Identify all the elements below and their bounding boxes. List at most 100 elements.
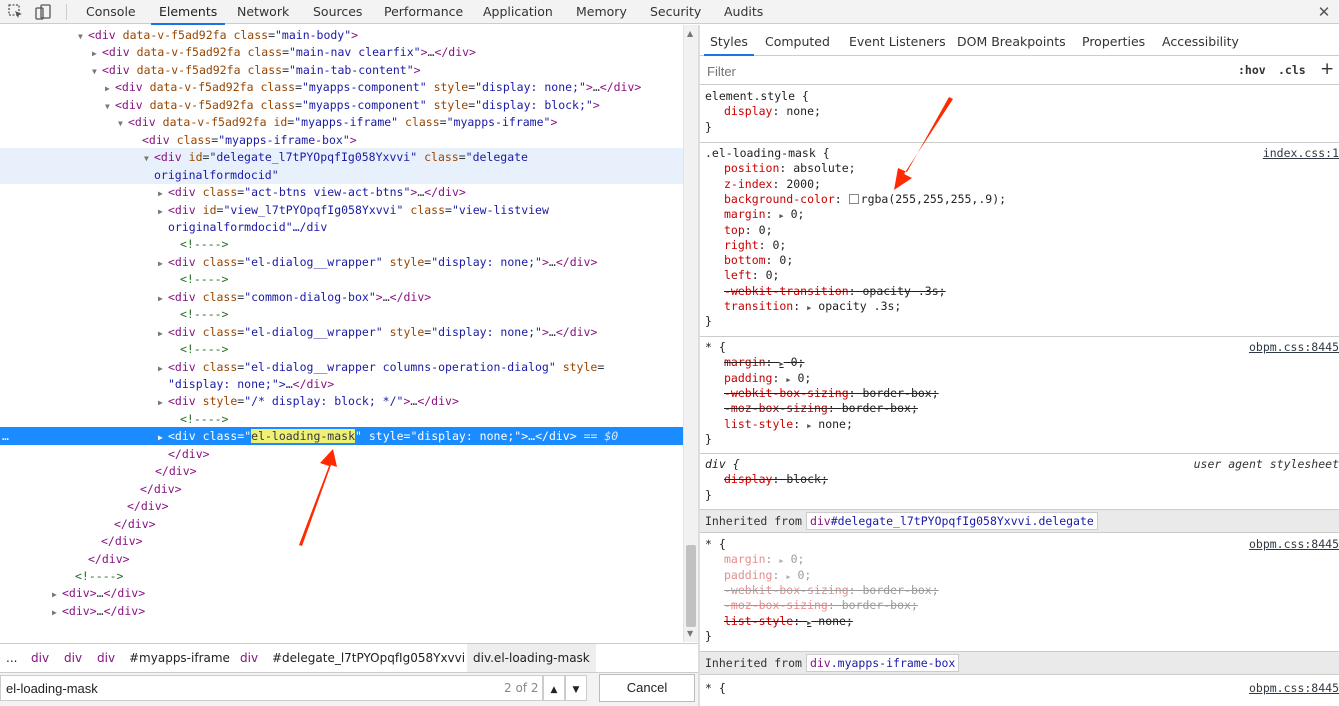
collapsed-triangle-icon[interactable]: ▶ bbox=[52, 604, 62, 622]
css-value[interactable]: border-box; bbox=[842, 401, 918, 415]
css-declaration[interactable]: bottom: 0; bbox=[724, 253, 793, 268]
expand-shorthand-icon[interactable]: ▶ bbox=[786, 376, 790, 384]
scroll-up-icon[interactable]: ▲ bbox=[687, 29, 693, 38]
subtab-computed[interactable]: Computed bbox=[765, 29, 830, 55]
css-property[interactable]: margin bbox=[724, 207, 766, 221]
css-property[interactable]: -moz-box-sizing bbox=[724, 598, 828, 612]
dom-node[interactable]: </div> bbox=[0, 445, 683, 463]
css-value[interactable]: none; bbox=[818, 614, 853, 628]
breadcrumb-item[interactable]: #myapps-iframe bbox=[129, 644, 230, 672]
dom-comment-node[interactable]: <!----> bbox=[0, 410, 683, 428]
dom-node[interactable]: ▶ <div class="act-btns view-act-btns">…</… bbox=[0, 183, 683, 201]
css-value[interactable]: 0; bbox=[766, 268, 780, 282]
css-value[interactable]: 0; bbox=[791, 355, 805, 369]
css-declaration[interactable]: margin: ▶ 0; bbox=[724, 552, 804, 567]
css-value[interactable]: 0; bbox=[797, 371, 811, 385]
rule-selector[interactable]: * { bbox=[705, 537, 726, 552]
css-property[interactable]: bottom bbox=[724, 253, 766, 267]
dom-node[interactable]: ▶ <div data-v-f5ad92fa class="main-nav cl… bbox=[0, 43, 683, 61]
css-property[interactable]: margin bbox=[724, 355, 766, 369]
dom-node[interactable]: ▶ <div data-v-f5ad92fa class="myapps-comp… bbox=[0, 78, 683, 96]
css-declaration[interactable]: -webkit-box-sizing: border-box; bbox=[724, 583, 939, 598]
color-swatch-icon[interactable] bbox=[848, 193, 859, 204]
inspect-element-icon[interactable] bbox=[8, 4, 24, 20]
subtab-dom-breakpoints[interactable]: DOM Breakpoints bbox=[957, 29, 1066, 55]
css-property[interactable]: list-style bbox=[724, 614, 793, 628]
css-value[interactable]: block; bbox=[786, 472, 828, 486]
expand-shorthand-icon[interactable]: ▶ bbox=[779, 212, 783, 220]
breadcrumb-item[interactable]: #delegate_l7tPYOpqfIg058Yxvvi bbox=[272, 644, 465, 672]
dom-node[interactable]: </div> bbox=[0, 532, 683, 550]
css-property[interactable]: -webkit-box-sizing bbox=[724, 583, 849, 597]
dom-comment-node[interactable]: <!----> bbox=[0, 270, 683, 288]
css-declaration[interactable]: display: block; bbox=[724, 472, 828, 487]
expand-shorthand-icon[interactable]: ▶ bbox=[807, 422, 811, 430]
css-property[interactable]: left bbox=[724, 268, 752, 282]
css-declaration[interactable]: padding: ▶ 0; bbox=[724, 568, 811, 583]
new-rule-icon[interactable]: + bbox=[1320, 59, 1334, 79]
css-property[interactable]: display bbox=[724, 472, 772, 486]
hover-state-button[interactable]: :hov bbox=[1238, 63, 1266, 77]
css-value[interactable]: border-box; bbox=[842, 598, 918, 612]
css-declaration[interactable]: list-style: ▶ none; bbox=[724, 417, 853, 432]
dom-tree-scrollbar[interactable]: ▲ ▼ bbox=[683, 25, 698, 642]
dom-node[interactable]: originalformdocid"…/div bbox=[0, 218, 683, 236]
subtab-event-listeners[interactable]: Event Listeners bbox=[849, 29, 946, 55]
tab-application[interactable]: Application bbox=[481, 0, 555, 24]
dom-node[interactable]: ▶ <div class="common-dialog-box">…</div> bbox=[0, 288, 683, 306]
css-property[interactable]: -webkit-transition bbox=[724, 284, 849, 298]
breadcrumb-item[interactable]: div bbox=[64, 644, 82, 672]
inherited-element-link[interactable]: div#delegate_l7tPYOpqfIg058Yxvvi.delegat… bbox=[805, 512, 1098, 530]
dom-node[interactable]: <div class="myapps-iframe-box"> bbox=[0, 131, 683, 149]
scrollbar-thumb[interactable] bbox=[686, 545, 696, 627]
subtab-properties[interactable]: Properties bbox=[1082, 29, 1145, 55]
tab-security[interactable]: Security bbox=[648, 0, 703, 24]
dom-node[interactable]: </div> bbox=[0, 515, 683, 533]
css-property[interactable]: -moz-box-sizing bbox=[724, 401, 828, 415]
dom-node[interactable]: ▶ <div>…</div> bbox=[0, 584, 683, 602]
dom-node[interactable]: </div> bbox=[0, 497, 683, 515]
tab-performance[interactable]: Performance bbox=[382, 0, 465, 24]
stylesheet-source-link[interactable]: obpm.css:8445 bbox=[1249, 681, 1339, 696]
search-input[interactable] bbox=[0, 675, 543, 701]
device-toolbar-icon[interactable] bbox=[35, 4, 51, 20]
css-value[interactable]: 0; bbox=[791, 552, 805, 566]
css-declaration[interactable]: top: 0; bbox=[724, 223, 773, 238]
css-declaration[interactable]: -webkit-transition: opacity .3s; bbox=[724, 284, 946, 299]
dom-node[interactable]: ▼ <div data-v-f5ad92fa class="main-tab-co… bbox=[0, 61, 683, 79]
css-declaration[interactable]: margin: ▶ 0; bbox=[724, 207, 804, 222]
dom-node[interactable]: ▼ <div data-v-f5ad92fa class="myapps-comp… bbox=[0, 96, 683, 114]
css-property[interactable]: background-color bbox=[724, 192, 835, 206]
css-value[interactable]: opacity .3s; bbox=[818, 299, 901, 313]
css-declaration[interactable]: padding: ▶ 0; bbox=[724, 371, 811, 386]
breadcrumb-current[interactable]: div.el-loading-mask bbox=[467, 644, 596, 672]
dom-comment-node[interactable]: <!----> bbox=[0, 235, 683, 253]
css-value[interactable]: 0; bbox=[759, 223, 773, 237]
tab-audits[interactable]: Audits bbox=[722, 0, 765, 24]
tab-console[interactable]: Console bbox=[84, 0, 138, 24]
css-value[interactable]: none; bbox=[818, 417, 853, 431]
css-declaration[interactable]: list-style: ▶ none; bbox=[724, 614, 853, 629]
css-property[interactable]: list-style bbox=[724, 417, 793, 431]
dom-node[interactable]: originalformdocid" bbox=[0, 165, 683, 184]
subtab-styles[interactable]: Styles bbox=[704, 29, 754, 56]
stylesheet-source-link[interactable]: obpm.css:8445 bbox=[1249, 340, 1339, 355]
dom-comment-node[interactable]: <!----> bbox=[0, 567, 683, 585]
node-menu-ellipsis[interactable]: … bbox=[2, 427, 9, 445]
dom-node[interactable]: ▶ <div style="/* display: block; */">…</d… bbox=[0, 392, 683, 410]
css-declaration[interactable]: right: 0; bbox=[724, 238, 786, 253]
dom-node[interactable]: "display: none;">…</div> bbox=[0, 375, 683, 393]
breadcrumb-item[interactable]: div bbox=[240, 644, 258, 672]
css-value[interactable]: rgba(255,255,255,.9); bbox=[861, 192, 1006, 206]
css-value[interactable]: 0; bbox=[797, 568, 811, 582]
dom-node[interactable]: ▼ <div data-v-f5ad92fa class="main-body"> bbox=[0, 26, 683, 44]
css-property[interactable]: padding bbox=[724, 371, 772, 385]
css-declaration[interactable]: -moz-box-sizing: border-box; bbox=[724, 401, 918, 416]
styles-filter-input[interactable] bbox=[704, 60, 1226, 82]
css-value[interactable]: absolute; bbox=[793, 161, 855, 175]
inherited-element-link[interactable]: div.myapps-iframe-box bbox=[805, 654, 960, 672]
scroll-down-icon[interactable]: ▼ bbox=[687, 629, 693, 638]
expand-shorthand-icon[interactable]: ▶ bbox=[807, 304, 811, 312]
css-value[interactable]: border-box; bbox=[862, 583, 938, 597]
breadcrumb-item[interactable]: div bbox=[97, 644, 115, 672]
